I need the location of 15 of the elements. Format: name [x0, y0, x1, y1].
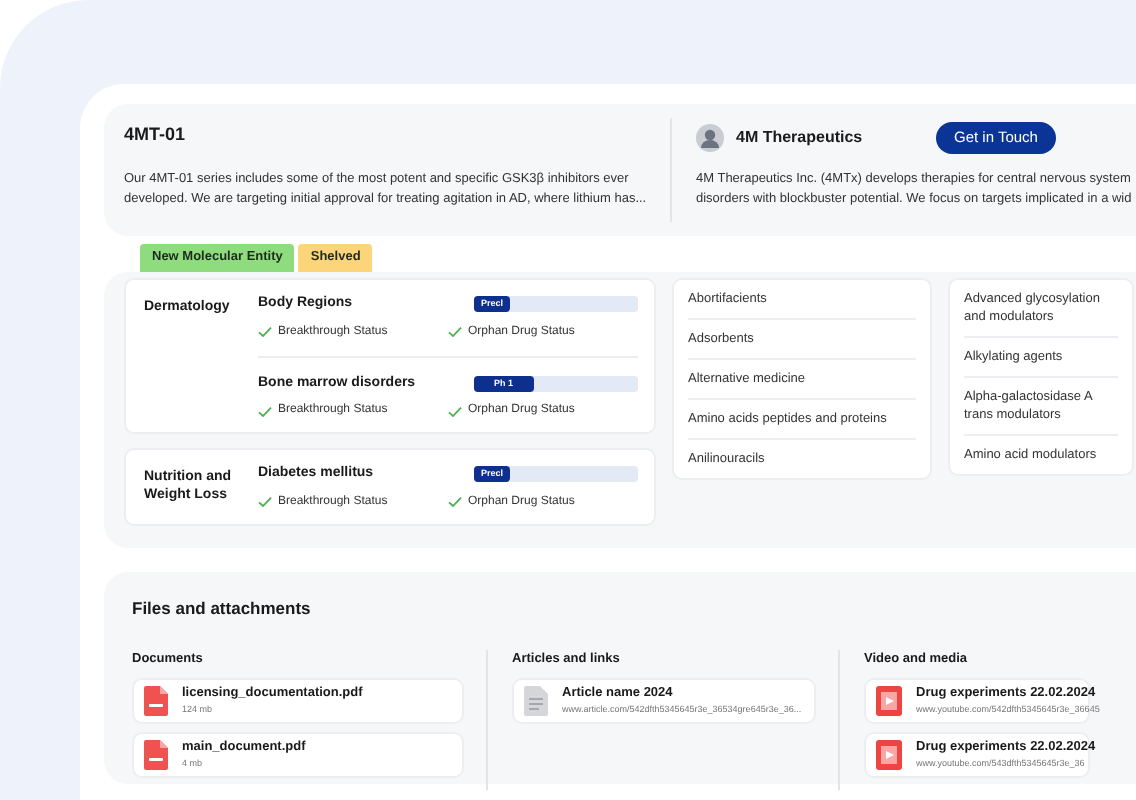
- video-icon: [876, 739, 902, 769]
- document-icon: [524, 685, 548, 715]
- check-icon: [258, 326, 272, 338]
- pdf-file-icon: [144, 739, 168, 769]
- check-icon: [448, 405, 462, 417]
- check-icon: [448, 326, 462, 338]
- check-icon: [258, 496, 272, 508]
- avatar-icon: [696, 124, 724, 152]
- pdf-file-icon: [144, 685, 168, 715]
- video-icon: [876, 685, 902, 715]
- files-title: Files and attachments: [132, 596, 313, 622]
- check-icon: [258, 405, 272, 417]
- company-name: 4M Therapeutics: [736, 126, 865, 150]
- check-icon: [448, 496, 462, 508]
- product-title: 4MT-01: [124, 126, 188, 144]
